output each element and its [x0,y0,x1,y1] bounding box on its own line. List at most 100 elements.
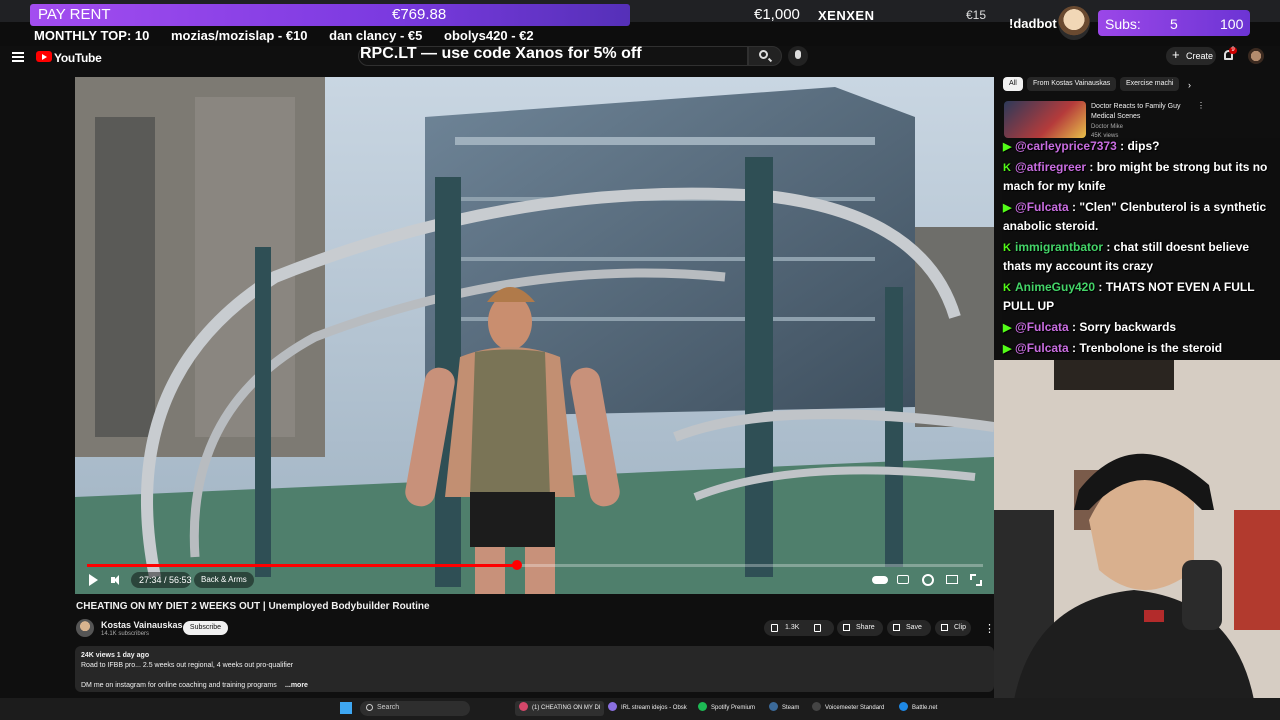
browser-icon [519,702,528,711]
save-button[interactable]: Save [887,620,931,636]
taskbar-app-label[interactable]: (1) CHEATING ON MY DI [532,705,600,711]
chat-message: Kimmigrantbator : chat still doesnt beli… [1003,238,1273,276]
create-button-label[interactable]: Create [1186,51,1213,61]
microphone-icon[interactable] [795,50,801,59]
video-player[interactable] [75,77,994,594]
rent-goal-label: PAY RENT [38,6,111,23]
taskbar-app-label[interactable]: Voicemeeter Standard [825,705,884,711]
taskbar-app-label[interactable]: Battle.net [912,705,937,711]
battlenet-icon [899,702,908,711]
chevron-right-icon[interactable]: › [1188,80,1191,90]
time-display-text: 27:34 / 56:53 [139,575,192,585]
scissors-icon[interactable] [941,624,948,631]
chat-message: ▶ @Fulcata : Sorry backwards [1003,318,1273,337]
taskbar-app-label[interactable]: Spotify Premium [711,705,755,711]
ticker-item: dan clancy - €5 [329,28,423,43]
more-options-icon[interactable]: ⋮ [1197,101,1205,110]
kick-badge-icon: K [1003,242,1011,254]
subscribe-button[interactable]: Subscribe [183,621,228,635]
autoplay-toggle-icon[interactable] [872,576,888,584]
chat-text: : dips? [1116,139,1160,153]
fullscreen-icon[interactable] [970,574,982,586]
subs-goal-label: Subs: [1105,16,1141,32]
youtube-logo-icon[interactable] [36,51,52,62]
taskbar-app-steam[interactable]: Steam [769,701,799,716]
ticker-item: mozias/mozislap - €10 [170,28,308,43]
save-icon[interactable] [893,624,900,631]
taskbar-app-spotify[interactable]: Spotify Premium [698,701,755,716]
streamer-name: XENXEN [818,8,875,23]
bot-command-label: !dadbot [1009,16,1057,31]
save-label[interactable]: Save [906,620,922,636]
clip-label[interactable]: Clip [954,620,966,636]
rent-goal-current: €769.88 [392,6,447,23]
taskbar-app-battlenet[interactable]: Battle.net [899,701,937,716]
chat-username: @Fulcata [1015,320,1069,334]
chat-message: ▶ @carleyprice7373 : dips? [1003,137,1273,156]
youtube-wordmark[interactable]: YouTube [54,51,102,65]
thumbs-up-icon[interactable] [771,624,778,632]
ticker-title: MONTHLY TOP: 10 [34,28,150,43]
youtube-badge-icon: ▶ [1003,202,1012,214]
taskbar-app-label[interactable]: IRL stream idejos - Obsk [621,705,687,711]
youtube-badge-icon: ▶ [1003,343,1012,355]
account-avatar[interactable] [1248,48,1264,64]
subscriber-count: 14.1K subscribers [101,631,150,637]
webcam-feed [994,360,1280,700]
youtube-badge-icon: ▶ [1003,141,1012,153]
volume-icon[interactable] [111,574,123,586]
chip-exercise[interactable]: Exercise machi [1120,77,1180,91]
hamburger-menu-icon[interactable] [12,52,24,62]
monthly-top-ticker: MONTHLY TOP: 10 mozias/mozislap - €10 da… [34,28,552,43]
chat-message: ▶ @Fulcata : Trenbolone is the steroid [1003,339,1273,358]
chat-username: AnimeGuy420 [1015,280,1096,294]
kick-badge-icon: K [1003,162,1011,174]
bot-avatar [1058,6,1090,40]
chat-message: ▶ @Fulcata : "Clen" Clenbuterol is a synt… [1003,198,1273,236]
taskbar-search-placeholder[interactable]: Search [377,704,399,711]
captions-icon[interactable] [897,575,909,584]
steam-icon [769,702,778,711]
play-button[interactable] [86,573,100,587]
windows-start-icon[interactable] [340,702,352,714]
chapter-label[interactable]: Back & Arms [201,575,247,584]
latest-donation: €15 [966,8,987,22]
webcam-frame [994,360,1280,700]
chip-from-channel[interactable]: From Kostas Vainauskas [1027,77,1117,91]
search-icon[interactable] [366,704,373,711]
video-progress-bar[interactable] [87,560,983,570]
progress-played [87,564,518,567]
channel-name[interactable]: Kostas Vainauskas [101,620,183,630]
plus-icon[interactable]: + [1172,47,1180,62]
recommended-video-thumbnail[interactable] [1004,101,1086,138]
share-icon[interactable] [843,624,850,631]
play-icon[interactable] [89,574,98,586]
theater-mode-icon[interactable] [946,575,958,584]
settings-gear-icon[interactable] [922,574,934,586]
thumbs-down-icon[interactable] [814,624,821,632]
like-count[interactable]: 1.3K [785,620,799,636]
description-text: Road to IFBB pro... 2.5 weeks out region… [81,662,294,669]
rent-goal-target: €1,000 [754,6,800,23]
recommended-video-channel[interactable]: Doctor Mike [1091,124,1123,130]
taskbar-app-label[interactable]: Steam [782,705,799,711]
subs-goal-count: 5 [1170,16,1178,32]
taskbar-app-voicemeeter[interactable]: Voicemeeter Standard [812,701,884,716]
search-icon[interactable] [759,50,768,59]
clip-button[interactable]: Clip [935,620,971,636]
share-label[interactable]: Share [856,620,875,636]
chat-username: immigrantbator [1015,240,1104,254]
taskbar-app-browser[interactable]: (1) CHEATING ON MY DI [515,701,605,716]
recommended-video-title[interactable]: Doctor Reacts to Family Guy Medical Scen… [1091,102,1191,122]
description-more-link[interactable]: ...more [285,682,308,689]
share-button[interactable]: Share [837,620,883,636]
taskbar-app-obs[interactable]: IRL stream idejos - Obsk [608,701,687,716]
kick-badge-icon: K [1003,282,1011,294]
subs-goal-target: 100 [1220,16,1244,32]
chip-all[interactable]: All [1003,77,1023,91]
obs-icon [608,702,617,711]
like-dislike-group[interactable]: 1.3K [764,620,834,636]
channel-avatar[interactable] [76,619,94,637]
chat-username: @carleyprice7373 [1015,139,1117,153]
description-text: DM me on instagram for online coaching a… [81,682,277,689]
